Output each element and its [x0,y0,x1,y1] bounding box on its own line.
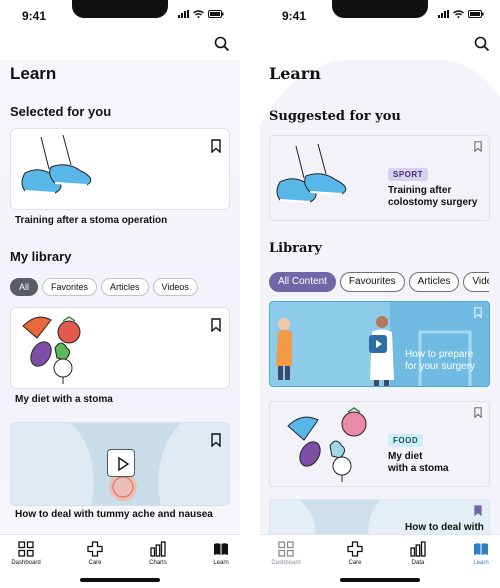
food-title: My diet with a stoma [388,451,449,475]
tab-dashboard[interactable]: Dashboard [262,541,310,566]
food-title-line1: My diet [388,451,423,462]
video-title: How to prepare for your surgery [405,349,475,373]
wifi-icon [453,10,464,18]
selected-card[interactable] [10,128,230,210]
filter-chips: All Content Favourites Articles Video [269,272,490,292]
book-icon [214,543,228,555]
library-header: Library [269,241,322,256]
wifi-icon [193,10,204,18]
book-icon [474,543,488,555]
bar-chart-icon [410,541,426,557]
tummy-card[interactable]: How to deal with [269,499,490,539]
category-tag: SPORT [388,168,429,181]
page-title: Learn [269,64,321,83]
bookmark-icon[interactable] [474,505,482,516]
tab-label: Data [411,560,425,566]
filter-all-content[interactable]: All Content [269,272,336,292]
play-button[interactable] [369,335,387,353]
tab-label: Care [88,560,102,566]
status-bar: 9:41 [0,0,240,34]
bookmark-icon[interactable] [211,139,221,153]
screen-b: 9:41 Learn Suggested for you SPORT Train… [260,0,500,588]
library-caption-diet: My diet with a stoma [15,394,113,405]
filter-videos[interactable]: Videos [152,278,198,296]
status-time: 9:41 [22,9,47,23]
suggested-card[interactable]: SPORT Training after colostomy surgery [269,135,490,221]
library-card-diet[interactable] [10,307,230,389]
filter-favourites[interactable]: Favourites [339,272,405,292]
video-title-line1: How to prepare [405,349,474,360]
tab-label: Learn [473,560,489,566]
bookmark-icon[interactable] [474,141,482,152]
food-card[interactable]: FOOD My diet with a stoma [269,401,490,487]
home-indicator [340,578,420,582]
tab-care[interactable]: Care [71,541,119,566]
filter-all[interactable]: All [10,278,39,296]
suggested-title-line2: colostomy surgery [388,197,478,208]
tab-label: Care [348,560,362,566]
library-card-tummy[interactable] [10,422,230,506]
filter-articles[interactable]: Articles [408,272,460,292]
signal-icon [438,10,449,18]
status-time: 9:41 [282,9,307,23]
tab-label: Learn [213,560,229,566]
filter-favorites[interactable]: Favorites [42,278,98,296]
status-icons [438,10,484,18]
bar-chart-icon [150,541,166,557]
search-icon[interactable] [214,36,230,52]
tab-data[interactable]: Data [394,541,442,566]
filter-chips: All Favorites Articles Videos [10,278,198,296]
selected-header: Selected for you [10,104,112,119]
status-icons [178,10,224,18]
divider [240,0,260,588]
selected-caption: Training after a stoma operation [15,215,168,226]
battery-icon [208,10,224,18]
food-title-line2: with a stoma [388,463,449,474]
signal-icon [178,10,189,18]
notch [72,0,168,18]
search-icon[interactable] [474,36,490,52]
tab-learn[interactable]: Learn [457,541,500,566]
video-card[interactable]: How to prepare for your surgery [269,301,490,387]
battery-icon [468,10,484,18]
suggested-title-line1: Training after [388,185,452,196]
tab-label: Dashboard [11,560,41,566]
grid-icon [278,541,294,557]
play-button[interactable] [107,449,135,477]
filter-articles[interactable]: Articles [101,278,149,296]
filter-video[interactable]: Video [463,272,490,292]
tab-charts[interactable]: Charts [134,541,182,566]
cross-icon [347,541,363,557]
tab-dashboard[interactable]: Dashboard [2,541,50,566]
notch [332,0,428,18]
bookmark-icon[interactable] [211,318,221,332]
library-caption-tummy: How to deal with tummy ache and nausea [15,509,213,520]
library-header: My library [10,249,72,264]
sneakers-illustration [21,134,92,194]
grid-icon [18,541,34,557]
vegetables-illustration [22,316,81,384]
status-bar: 9:41 [260,0,500,34]
video-title-line2: for your surgery [405,361,476,372]
tab-label: Dashboard [271,560,301,566]
play-icon [376,340,382,348]
screen-a: 9:41 Learn Selected for you Training aft… [0,0,240,588]
vegetables-illustration [287,407,367,482]
cross-icon [87,541,103,557]
tab-label: Charts [149,560,167,566]
home-indicator [80,578,160,582]
play-icon [118,456,130,472]
tab-care[interactable]: Care [331,541,379,566]
bookmark-icon[interactable] [474,407,482,418]
bookmark-icon[interactable] [211,433,221,447]
tummy-title: How to deal with [405,522,484,533]
page-title: Learn [10,64,57,83]
category-tag: FOOD [388,434,424,447]
tab-learn[interactable]: Learn [197,541,240,566]
bookmark-icon[interactable] [474,307,482,318]
suggested-header: Suggested for you [269,109,401,124]
suggested-title: Training after colostomy surgery [388,185,477,209]
